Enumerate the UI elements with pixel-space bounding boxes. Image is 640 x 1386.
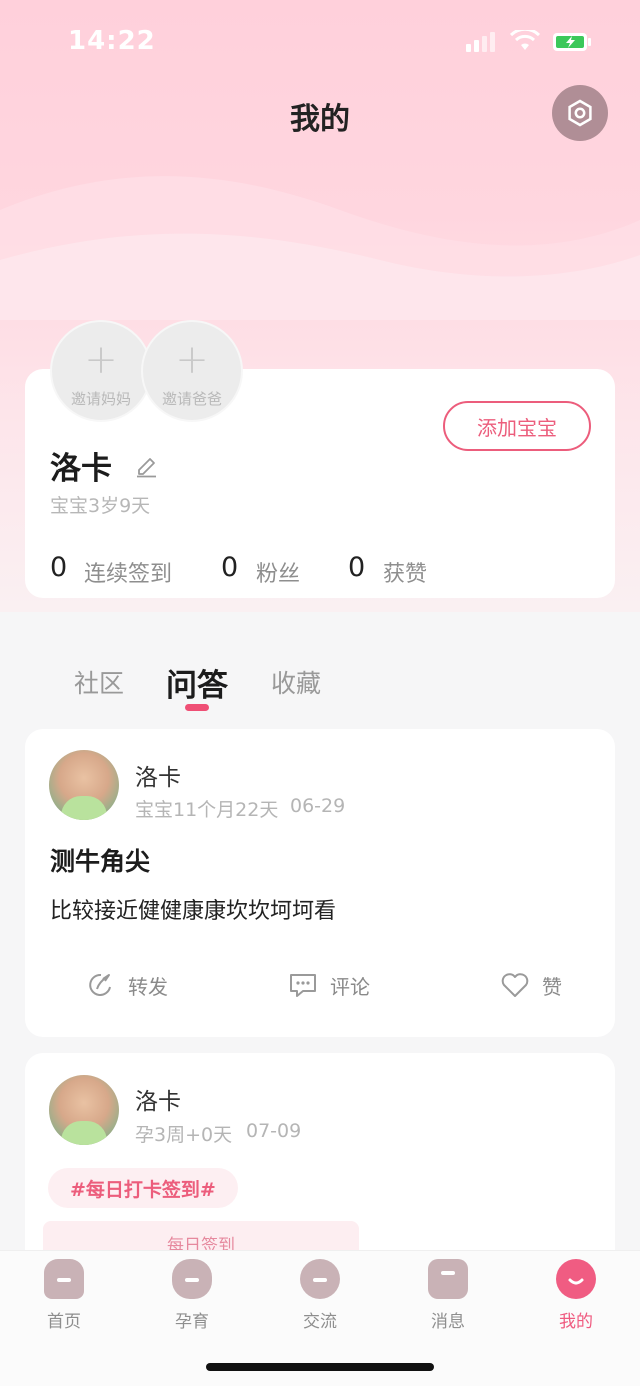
nav-mine[interactable]: 我的 xyxy=(512,1259,640,1332)
checkin-label: 连续签到 xyxy=(84,562,173,587)
baby-age: 宝宝3岁9天 xyxy=(50,495,151,517)
tab-favorites[interactable]: 收藏 xyxy=(271,664,321,700)
tab-qa[interactable]: 问答 xyxy=(166,660,228,705)
post-author[interactable]: 洛卡 xyxy=(135,1082,181,1116)
edit-pencil-icon[interactable] xyxy=(133,452,159,478)
topic-tag[interactable]: #每日打卡签到# xyxy=(48,1168,238,1208)
user-name: 洛卡 xyxy=(50,451,112,487)
avatar[interactable] xyxy=(49,750,119,820)
nav-parenting-label: 孕育 xyxy=(175,1312,209,1332)
comment-label: 评论 xyxy=(330,974,370,999)
nav-messages[interactable]: 消息 xyxy=(384,1259,512,1332)
profile-smile-icon xyxy=(556,1259,596,1299)
chat-icon xyxy=(300,1259,340,1299)
post-baby-age: 宝宝11个月22天 xyxy=(135,799,279,821)
plus-icon: + xyxy=(84,337,118,383)
nav-chat-label: 交流 xyxy=(303,1312,337,1332)
post-pregnancy-week: 孕3周+0天 xyxy=(135,1124,233,1146)
fans-count: 0 xyxy=(221,552,239,583)
fans-label: 粉丝 xyxy=(256,562,301,587)
share-label: 转发 xyxy=(128,974,168,999)
avatar[interactable] xyxy=(49,1075,119,1145)
post-date: 07-09 xyxy=(246,1120,302,1142)
nav-home[interactable]: 首页 xyxy=(0,1259,128,1332)
like-button[interactable]: 赞 xyxy=(500,970,562,1000)
invite-dad-button[interactable]: + 邀请爸爸 xyxy=(141,320,243,422)
home-icon xyxy=(44,1259,84,1299)
post-date: 06-29 xyxy=(290,795,346,817)
share-icon xyxy=(89,973,111,996)
nav-home-label: 首页 xyxy=(47,1312,81,1332)
plus-icon: + xyxy=(175,337,209,383)
wifi-icon xyxy=(510,30,540,50)
like-label: 赞 xyxy=(542,974,562,999)
home-indicator xyxy=(206,1363,434,1371)
invite-mom-label: 邀请妈妈 xyxy=(70,390,131,408)
comment-icon xyxy=(290,974,316,997)
signal-icon xyxy=(466,32,495,52)
likes-count: 0 xyxy=(348,552,366,583)
heart-icon xyxy=(501,973,529,997)
post-body: 比较接近健健康康坎坎坷坷看 xyxy=(50,899,337,924)
bear-icon xyxy=(172,1259,212,1299)
likes-label: 获赞 xyxy=(383,562,428,587)
nav-chat[interactable]: 交流 xyxy=(256,1259,384,1332)
post-author[interactable]: 洛卡 xyxy=(135,758,181,792)
add-baby-button[interactable]: 添加宝宝 xyxy=(443,401,591,451)
checkin-count: 0 xyxy=(50,552,68,583)
nav-parenting[interactable]: 孕育 xyxy=(128,1259,256,1332)
wave-decoration xyxy=(0,176,640,320)
invite-dad-label: 邀请爸爸 xyxy=(161,390,222,408)
status-time: 14:22 xyxy=(68,26,156,56)
message-icon xyxy=(428,1259,468,1299)
status-bar: 14:22 xyxy=(0,0,640,86)
post-title: 测牛角尖 xyxy=(50,847,151,876)
battery-icon xyxy=(553,33,591,51)
comment-button[interactable]: 评论 xyxy=(288,970,370,1000)
nav-messages-label: 消息 xyxy=(431,1312,465,1332)
tab-community[interactable]: 社区 xyxy=(74,664,124,700)
nav-mine-label: 我的 xyxy=(559,1312,593,1332)
share-button[interactable]: 转发 xyxy=(86,970,168,1000)
invite-mom-button[interactable]: + 邀请妈妈 xyxy=(50,320,152,422)
settings-hex-icon xyxy=(568,99,592,127)
settings-button[interactable] xyxy=(552,85,608,141)
active-tab-indicator xyxy=(185,704,209,711)
page-title: 我的 xyxy=(290,102,350,137)
